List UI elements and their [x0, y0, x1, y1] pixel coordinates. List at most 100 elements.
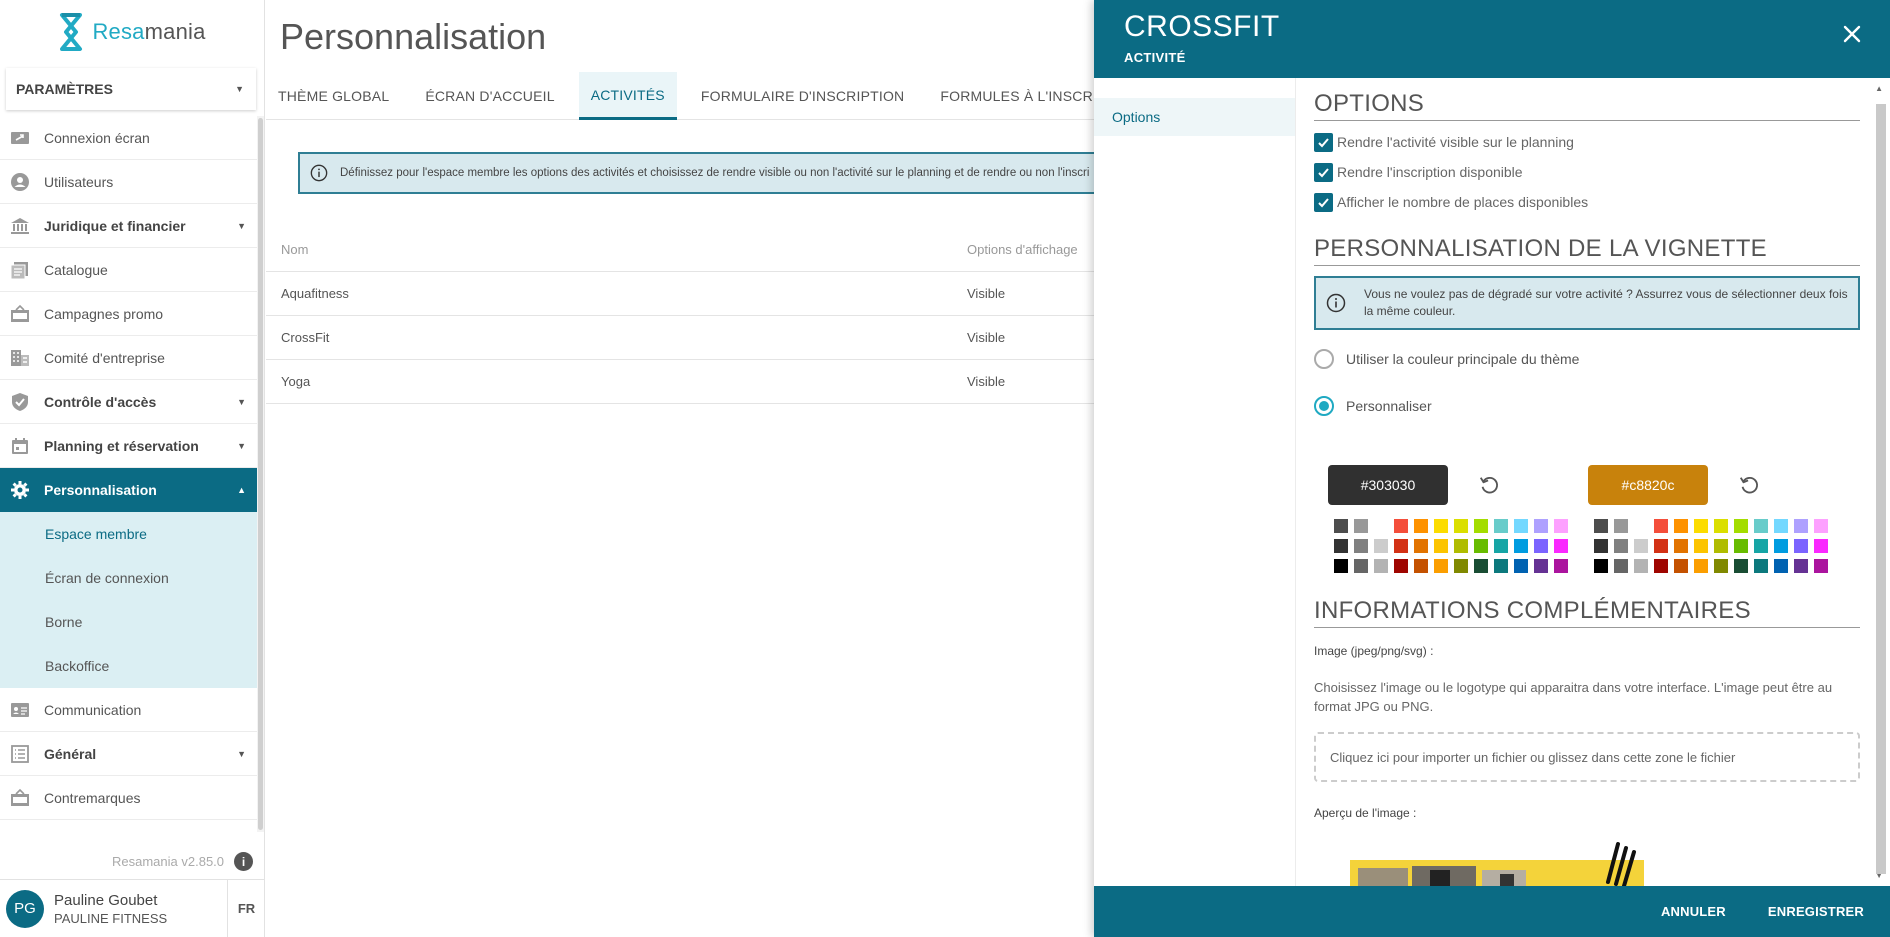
option-checkbox-row[interactable]: Rendre l'activité visible sur le plannin…	[1314, 127, 1860, 157]
sidebar-item-catalogue[interactable]: Catalogue	[0, 248, 258, 292]
palette-color-swatch[interactable]	[1474, 519, 1488, 533]
sidebar-item-juridique-et-financier[interactable]: Juridique et financier ▼	[0, 204, 258, 248]
palette-color-swatch[interactable]	[1654, 519, 1668, 533]
table-row[interactable]: CrossFit Visible	[266, 316, 1094, 360]
palette-color-swatch[interactable]	[1554, 559, 1568, 573]
palette-color-swatch[interactable]	[1554, 519, 1568, 533]
language-switch[interactable]: FR	[227, 879, 265, 937]
user-info[interactable]: Pauline Goubet PAULINE FITNESS	[54, 892, 227, 926]
palette-color-swatch[interactable]	[1654, 539, 1668, 553]
palette-color-swatch[interactable]	[1634, 519, 1648, 533]
sidebar-item-planning-et-reservation[interactable]: Planning et réservation ▼	[0, 424, 258, 468]
sidebar-item-campagnes-promo[interactable]: Campagnes promo	[0, 292, 258, 336]
palette-color-swatch[interactable]	[1494, 539, 1508, 553]
palette-color-swatch[interactable]	[1814, 519, 1828, 533]
tab-theme-global[interactable]: THÈME GLOBAL	[266, 72, 401, 120]
palette-color-swatch[interactable]	[1514, 519, 1528, 533]
option-checkbox-row[interactable]: Rendre l'inscription disponible	[1314, 157, 1860, 187]
palette-color-swatch[interactable]	[1454, 539, 1468, 553]
avatar[interactable]: PG	[6, 889, 44, 928]
palette-color-swatch[interactable]	[1334, 519, 1348, 533]
color-1-button[interactable]: #303030	[1328, 465, 1448, 505]
palette-color-swatch[interactable]	[1394, 519, 1408, 533]
sidebar-item-communication[interactable]: Communication	[0, 688, 258, 732]
palette-color-swatch[interactable]	[1454, 559, 1468, 573]
option-checkbox-row[interactable]: Afficher le nombre de places disponibles	[1314, 187, 1860, 217]
palette-color-swatch[interactable]	[1634, 539, 1648, 553]
palette-color-swatch[interactable]	[1434, 539, 1448, 553]
checkbox-checked-icon[interactable]	[1314, 192, 1333, 212]
reset-icon[interactable]	[1738, 474, 1760, 496]
cancel-button[interactable]: ANNULER	[1661, 904, 1726, 919]
palette-color-swatch[interactable]	[1594, 539, 1608, 553]
palette-color-swatch[interactable]	[1334, 559, 1348, 573]
palette-color-swatch[interactable]	[1774, 559, 1788, 573]
palette-color-swatch[interactable]	[1354, 519, 1368, 533]
sidebar-item-connexion-ecran[interactable]: Connexion écran	[0, 116, 258, 160]
palette-color-swatch[interactable]	[1414, 539, 1428, 553]
reset-icon[interactable]	[1478, 474, 1500, 496]
sidebar-subitem-borne[interactable]: Borne	[0, 600, 258, 644]
palette-color-swatch[interactable]	[1614, 519, 1628, 533]
palette-color-swatch[interactable]	[1374, 539, 1388, 553]
drawer-scrollbar-thumb[interactable]	[1876, 104, 1886, 874]
sidebar-item-contremarques[interactable]: Contremarques	[0, 776, 258, 820]
scroll-up-icon[interactable]: ▲	[1875, 84, 1883, 93]
palette-color-swatch[interactable]	[1474, 539, 1488, 553]
sidebar-item-general[interactable]: Général ▼	[0, 732, 258, 776]
palette-color-swatch[interactable]	[1434, 519, 1448, 533]
palette-color-swatch[interactable]	[1714, 559, 1728, 573]
palette-color-swatch[interactable]	[1734, 519, 1748, 533]
palette-color-swatch[interactable]	[1734, 559, 1748, 573]
palette-color-swatch[interactable]	[1794, 539, 1808, 553]
close-icon[interactable]	[1842, 24, 1862, 44]
palette-color-swatch[interactable]	[1614, 539, 1628, 553]
palette-color-swatch[interactable]	[1454, 519, 1468, 533]
palette-color-swatch[interactable]	[1794, 519, 1808, 533]
palette-color-swatch[interactable]	[1414, 559, 1428, 573]
palette-color-swatch[interactable]	[1814, 559, 1828, 573]
sidebar-scrollbar-thumb[interactable]	[258, 118, 263, 830]
sidebar-subitem-backoffice[interactable]: Backoffice	[0, 644, 258, 688]
palette-color-swatch[interactable]	[1514, 539, 1528, 553]
palette-color-swatch[interactable]	[1474, 559, 1488, 573]
radio-custom-button[interactable]	[1314, 396, 1334, 416]
palette-color-swatch[interactable]	[1734, 539, 1748, 553]
palette-color-swatch[interactable]	[1814, 539, 1828, 553]
palette-color-swatch[interactable]	[1714, 539, 1728, 553]
sidebar-subitem-espace-membre[interactable]: Espace membre	[0, 512, 258, 556]
sidebar-item-controle-d-acces[interactable]: Contrôle d'accès ▼	[0, 380, 258, 424]
palette-color-swatch[interactable]	[1794, 559, 1808, 573]
palette-color-swatch[interactable]	[1614, 559, 1628, 573]
column-header-options-d-affichage[interactable]: Options d'affichage	[967, 242, 1094, 257]
palette-color-swatch[interactable]	[1754, 519, 1768, 533]
sidebar-subitem-ecran-de-connexion[interactable]: Écran de connexion	[0, 556, 258, 600]
palette-color-swatch[interactable]	[1394, 559, 1408, 573]
palette-color-swatch[interactable]	[1694, 559, 1708, 573]
palette-color-swatch[interactable]	[1554, 539, 1568, 553]
app-logo[interactable]: Resamania	[0, 0, 264, 64]
palette-color-swatch[interactable]	[1354, 559, 1368, 573]
radio-custom-color[interactable]: Personnaliser	[1314, 395, 1860, 417]
palette-color-swatch[interactable]	[1694, 539, 1708, 553]
palette-color-swatch[interactable]	[1334, 539, 1348, 553]
palette-color-swatch[interactable]	[1354, 539, 1368, 553]
palette-color-swatch[interactable]	[1494, 519, 1508, 533]
palette-color-swatch[interactable]	[1494, 559, 1508, 573]
palette-color-swatch[interactable]	[1434, 559, 1448, 573]
palette-color-swatch[interactable]	[1394, 539, 1408, 553]
tab-ecran-d-accueil[interactable]: ÉCRAN D'ACCUEIL	[413, 72, 566, 120]
sidebar-item-utilisateurs[interactable]: Utilisateurs	[0, 160, 258, 204]
palette-color-swatch[interactable]	[1374, 559, 1388, 573]
palette-color-swatch[interactable]	[1774, 539, 1788, 553]
section-select[interactable]: PARAMÈTRES ▼	[6, 68, 256, 110]
checkbox-checked-icon[interactable]	[1314, 132, 1333, 152]
info-icon[interactable]: i	[234, 852, 254, 871]
palette-color-swatch[interactable]	[1674, 539, 1688, 553]
column-header-nom[interactable]: Nom	[266, 242, 967, 257]
palette-color-swatch[interactable]	[1514, 559, 1528, 573]
palette-color-swatch[interactable]	[1414, 519, 1428, 533]
palette-color-swatch[interactable]	[1674, 519, 1688, 533]
palette-color-swatch[interactable]	[1634, 559, 1648, 573]
palette-color-swatch[interactable]	[1754, 539, 1768, 553]
